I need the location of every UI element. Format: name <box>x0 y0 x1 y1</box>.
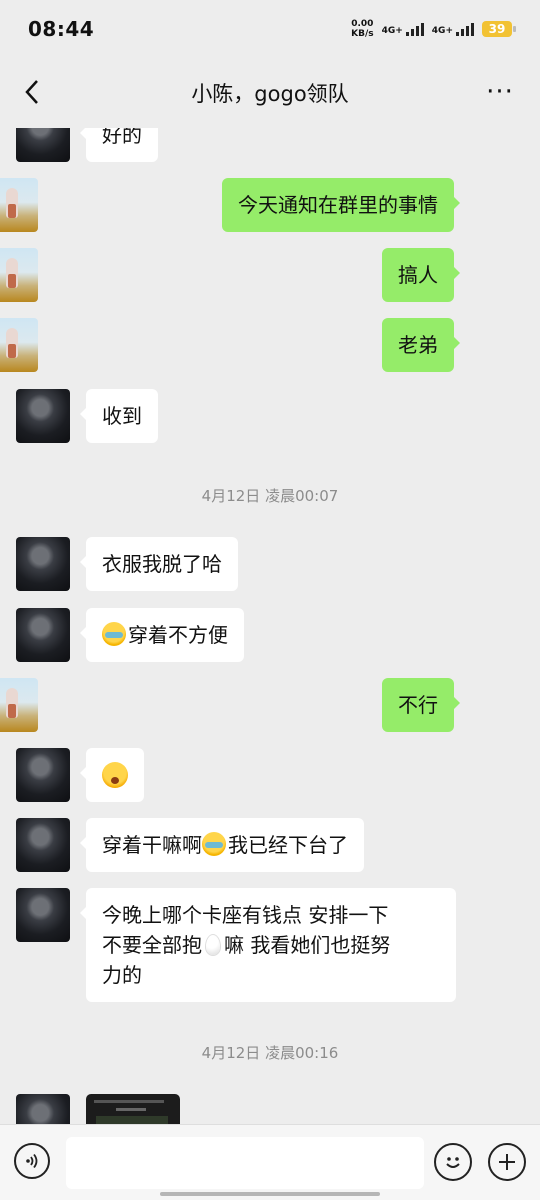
crying-laughing-emoji <box>202 832 226 856</box>
message-row: 搞人 <box>0 248 540 302</box>
message-timestamp: 4月12日 凌晨00:07 <box>201 487 339 505</box>
back-button[interactable] <box>14 72 50 112</box>
more-button[interactable]: ··· <box>480 72 520 112</box>
plus-button[interactable] <box>488 1143 526 1181</box>
contact-avatar[interactable] <box>16 537 70 591</box>
message-row: 不行 <box>0 678 540 732</box>
input-bar <box>0 1124 540 1200</box>
more-icon: ··· <box>486 77 514 107</box>
message-bubble[interactable]: 今天通知在群里的事情 <box>222 178 460 232</box>
message-bubble[interactable]: 穿着不方便 <box>80 608 244 662</box>
message-timestamp: 4月12日 凌晨00:16 <box>201 1044 339 1062</box>
surprised-face-emoji <box>102 762 128 788</box>
home-indicator[interactable] <box>160 1192 380 1196</box>
contact-avatar[interactable] <box>16 1094 70 1124</box>
status-icons: 0.00 KB/s 4G+ 4G+ 39 <box>351 19 516 39</box>
message-row: 老弟 <box>0 318 540 372</box>
signal-icon: 4G+ <box>382 22 424 36</box>
emoji-button[interactable] <box>434 1143 472 1181</box>
message-list[interactable]: 好的 今天通知在群里的事情 搞人 老弟 收到 4月12日 凌晨00:07 衣服我… <box>0 128 540 1124</box>
contact-avatar[interactable] <box>16 389 70 443</box>
message-bubble[interactable]: 好的 <box>80 128 158 162</box>
message-bubble[interactable]: 搞人 <box>382 248 460 302</box>
contact-avatar[interactable] <box>16 888 70 942</box>
emoji-icon <box>446 1157 460 1168</box>
my-avatar[interactable] <box>0 678 38 732</box>
message-bubble[interactable]: 老弟 <box>382 318 460 372</box>
chat-title: 小陈，gogo领队 <box>191 82 349 106</box>
crying-laughing-emoji <box>102 622 126 646</box>
message-bubble[interactable]: 衣服我脱了哈 <box>80 537 238 591</box>
egg-emoji <box>206 935 220 955</box>
plus-icon <box>499 1154 515 1170</box>
my-avatar[interactable] <box>0 318 38 372</box>
contact-avatar[interactable] <box>16 818 70 872</box>
my-avatar[interactable] <box>0 248 38 302</box>
contact-avatar[interactable] <box>16 128 70 162</box>
chat-header: 小陈，gogo领队 ··· <box>0 58 540 128</box>
message-bubble[interactable] <box>80 748 144 802</box>
signal-icon-2: 4G+ <box>432 22 474 36</box>
message-bubble[interactable]: 不行 <box>382 678 460 732</box>
message-bubble[interactable]: 今晚上哪个卡座有钱点 安排一下 不要全部抱嘛 我看她们也挺努 力的 <box>80 888 456 1002</box>
contact-avatar[interactable] <box>16 608 70 662</box>
contact-avatar[interactable] <box>16 748 70 802</box>
message-row: 今天通知在群里的事情 <box>0 178 540 232</box>
my-avatar[interactable] <box>0 178 38 232</box>
status-bar: 08:44 0.00 KB/s 4G+ 4G+ 39 <box>0 0 540 58</box>
image-message-thumbnail[interactable] <box>86 1094 180 1124</box>
message-input[interactable] <box>66 1137 424 1189</box>
voice-button[interactable] <box>14 1143 50 1179</box>
message-bubble[interactable]: 收到 <box>80 389 158 443</box>
voice-icon <box>26 1153 38 1169</box>
clock: 08:44 <box>28 17 95 41</box>
battery-icon: 39 <box>482 21 516 37</box>
message-bubble[interactable]: 穿着干嘛啊 我已经下台了 <box>80 818 364 872</box>
network-speed: 0.00 KB/s <box>351 19 374 39</box>
chevron-left-icon <box>25 80 38 104</box>
